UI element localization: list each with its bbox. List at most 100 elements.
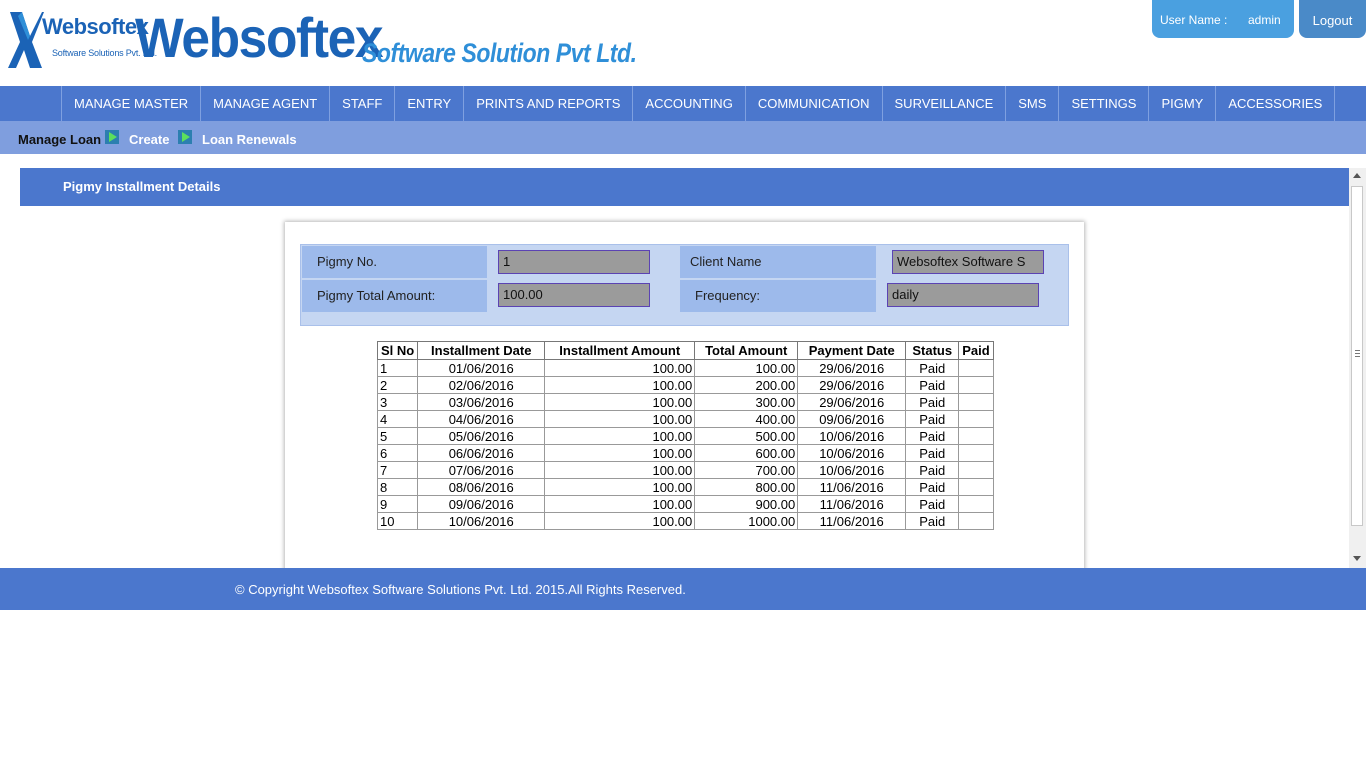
cell-paid[interactable]	[958, 512, 994, 530]
col-paid: Paid	[958, 341, 994, 360]
cell-paid[interactable]	[958, 461, 994, 479]
cell-sl-no: 2	[376, 376, 419, 394]
cell-paid[interactable]	[958, 427, 994, 445]
table-row: 3 03/06/2016 100.00 300.00 29/06/2016 Paid	[376, 393, 994, 411]
cell-payment-date: 10/06/2016	[797, 444, 907, 462]
nav-item-pigmy[interactable]: PIGMY	[1148, 86, 1215, 121]
nav-item-staff[interactable]: STAFF	[329, 86, 394, 121]
cell-paid[interactable]	[958, 478, 994, 496]
cell-sl-no: 5	[376, 427, 419, 445]
cell-installment-date: 07/06/2016	[417, 461, 546, 479]
cell-paid[interactable]	[958, 444, 994, 462]
cell-installment-date: 02/06/2016	[417, 376, 546, 394]
scroll-down-icon[interactable]	[1353, 556, 1361, 561]
cell-status: Paid	[905, 478, 960, 496]
cell-payment-date: 09/06/2016	[797, 410, 907, 428]
pigmy-no-label: Pigmy No.	[302, 246, 487, 278]
nav-item-manage-master[interactable]: MANAGE MASTER	[61, 86, 200, 121]
arrow-right-icon	[105, 130, 119, 144]
nav-item-accessories[interactable]: ACCESSORIES	[1215, 86, 1334, 121]
cell-installment-amount: 100.00	[544, 359, 696, 377]
nav-item-prints-and-reports[interactable]: PRINTS AND REPORTS	[463, 86, 632, 121]
nav-item-communication[interactable]: COMMUNICATION	[744, 86, 882, 121]
scroll-up-icon[interactable]	[1353, 173, 1361, 178]
nav-item-settings[interactable]: SETTINGS	[1058, 86, 1148, 121]
table-row: 9 09/06/2016 100.00 900.00 11/06/2016 Paid	[376, 495, 994, 513]
cell-total-amount: 100.00	[694, 359, 799, 377]
cell-sl-no: 9	[376, 495, 419, 513]
cell-paid[interactable]	[958, 359, 994, 377]
cell-installment-amount: 100.00	[544, 427, 696, 445]
cell-installment-amount: 100.00	[544, 444, 696, 462]
cell-status: Paid	[905, 410, 960, 428]
frequency-field[interactable]: daily	[887, 283, 1039, 307]
nav-item-entry[interactable]: ENTRY	[394, 86, 463, 121]
nav-item-manage-agent[interactable]: MANAGE AGENT	[200, 86, 329, 121]
cell-payment-date: 10/06/2016	[797, 461, 907, 479]
main-nav-list: MANAGE MASTER MANAGE AGENT STAFF ENTRY P…	[61, 86, 1336, 121]
frequency-label: Frequency:	[680, 280, 876, 312]
col-sl-no: Sl No	[376, 341, 419, 360]
logout-button[interactable]: Logout	[1299, 0, 1366, 38]
installment-table-body: 1 01/06/2016 100.00 100.00 29/06/2016 Paid 2 02…	[376, 359, 994, 530]
scroll-grip-icon	[1355, 350, 1360, 357]
arrow-right-icon	[178, 130, 192, 144]
table-row: 7 07/06/2016 100.00 700.00 10/06/2016 Paid	[376, 461, 994, 479]
section-title: Pigmy Installment Details	[63, 179, 221, 194]
col-installment-amount: Installment Amount	[544, 341, 696, 360]
cell-payment-date: 29/06/2016	[797, 393, 907, 411]
cell-sl-no: 8	[376, 478, 419, 496]
cell-sl-no: 3	[376, 393, 419, 411]
cell-status: Paid	[905, 512, 960, 530]
subnav-create[interactable]: Create	[129, 132, 169, 147]
section-header: Pigmy Installment Details	[20, 168, 1349, 206]
footer: © Copyright Websoftex Software Solutions…	[0, 568, 1366, 610]
nav-item-accounting[interactable]: ACCOUNTING	[632, 86, 744, 121]
cell-paid[interactable]	[958, 376, 994, 394]
cell-total-amount: 800.00	[694, 478, 799, 496]
cell-total-amount: 300.00	[694, 393, 799, 411]
subnav-manage-loan[interactable]: Manage Loan	[18, 132, 101, 147]
table-row: 5 05/06/2016 100.00 500.00 10/06/2016 Paid	[376, 427, 994, 445]
col-total-amount: Total Amount	[694, 341, 799, 360]
col-installment-date: Installment Date	[417, 341, 546, 360]
logo-small-name: Websoftex	[42, 14, 149, 39]
cell-installment-date: 09/06/2016	[417, 495, 546, 513]
installment-panel: Pigmy No. 1 Client Name Websoftex Softwa…	[285, 222, 1084, 582]
subnav-loan-renewals[interactable]: Loan Renewals	[202, 132, 297, 147]
cell-total-amount: 700.00	[694, 461, 799, 479]
cell-total-amount: 600.00	[694, 444, 799, 462]
nav-item-surveillance[interactable]: SURVEILLANCE	[881, 86, 1006, 121]
pigmy-info-form: Pigmy No. 1 Client Name Websoftex Softwa…	[300, 244, 1069, 326]
cell-total-amount: 400.00	[694, 410, 799, 428]
col-payment-date: Payment Date	[797, 341, 907, 360]
copyright-text: © Copyright Websoftex Software Solutions…	[235, 582, 686, 597]
client-name-field[interactable]: Websoftex Software S	[892, 250, 1044, 274]
cell-installment-date: 08/06/2016	[417, 478, 546, 496]
cell-installment-amount: 100.00	[544, 512, 696, 530]
cell-status: Paid	[905, 359, 960, 377]
scroll-thumb[interactable]	[1351, 186, 1363, 526]
cell-sl-no: 7	[376, 461, 419, 479]
cell-paid[interactable]	[958, 410, 994, 428]
cell-payment-date: 11/06/2016	[797, 495, 907, 513]
cell-installment-amount: 100.00	[544, 376, 696, 394]
cell-status: Paid	[905, 376, 960, 394]
user-name-label: User Name :	[1160, 13, 1228, 27]
table-row: 10 10/06/2016 100.00 1000.00 11/06/2016 Paid	[376, 512, 994, 530]
cell-payment-date: 11/06/2016	[797, 478, 907, 496]
cell-installment-amount: 100.00	[544, 410, 696, 428]
vertical-scrollbar[interactable]	[1349, 168, 1366, 568]
pigmy-total-amount-field[interactable]: 100.00	[498, 283, 650, 307]
pigmy-no-field[interactable]: 1	[498, 250, 650, 274]
table-row: 2 02/06/2016 100.00 200.00 29/06/2016 Paid	[376, 376, 994, 394]
table-row: 8 08/06/2016 100.00 800.00 11/06/2016 Paid	[376, 478, 994, 496]
cell-paid[interactable]	[958, 393, 994, 411]
cell-payment-date: 29/06/2016	[797, 376, 907, 394]
cell-paid[interactable]	[958, 495, 994, 513]
user-name-value: admin	[1248, 13, 1281, 27]
cell-status: Paid	[905, 444, 960, 462]
cell-installment-amount: 100.00	[544, 461, 696, 479]
user-info-box: User Name : admin	[1152, 0, 1294, 38]
nav-item-sms[interactable]: SMS	[1005, 86, 1058, 121]
